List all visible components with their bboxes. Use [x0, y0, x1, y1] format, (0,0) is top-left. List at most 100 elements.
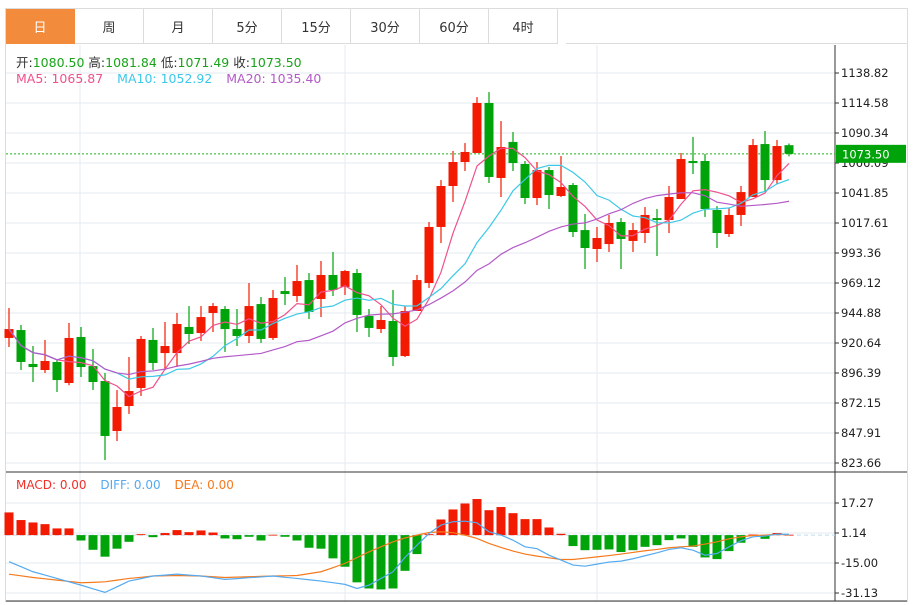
macd-bar [676, 535, 686, 539]
tab-week[interactable]: 周 [75, 9, 144, 44]
candle-up [556, 186, 566, 197]
candle-up [64, 337, 74, 384]
price-tick-label: 1041.85 [841, 186, 889, 200]
macd-tick-label: -15.00 [841, 556, 878, 570]
diff-line [8, 520, 790, 594]
macd-bar [304, 535, 314, 548]
high-label: 高: [88, 55, 106, 70]
candle-down [52, 361, 62, 381]
macd-readout: MACD: 0.00 DIFF: 0.00 DEA: 0.00 [16, 478, 234, 492]
macd-tick-label: 17.27 [841, 496, 874, 510]
kline-chart[interactable]: 1138.821114.581090.341066.091041.851017.… [0, 0, 913, 605]
macd-bar [508, 513, 518, 536]
tab-60min[interactable]: 60分 [420, 9, 489, 44]
candle-down [580, 230, 590, 249]
candle-up [268, 297, 278, 338]
macd-bar [604, 535, 614, 550]
macd-bar [568, 535, 578, 547]
ma5-line [8, 147, 790, 398]
price-tick-label: 1017.61 [841, 216, 889, 230]
macd-bar [76, 535, 86, 541]
candle-up [112, 407, 122, 432]
macd-bar [424, 534, 434, 536]
macd-bar [460, 503, 470, 536]
candle-down [484, 102, 494, 177]
candle-up [724, 214, 734, 235]
candle-up [376, 320, 386, 330]
candle-down [688, 161, 698, 163]
candle-up [244, 306, 254, 336]
macd-bar [124, 535, 134, 542]
candle-up [496, 147, 506, 178]
tab-5min[interactable]: 5分 [213, 9, 282, 44]
candle-up [160, 346, 170, 354]
candle-down [28, 363, 38, 368]
tab-month[interactable]: 月 [144, 9, 213, 44]
macd-bar [52, 528, 62, 536]
price-tick-label: 1138.82 [841, 66, 889, 80]
macd-bar [640, 535, 650, 547]
candle-down [232, 329, 242, 336]
macd-bar [208, 532, 218, 536]
candle-down [304, 280, 314, 312]
macd-bar [616, 535, 626, 553]
macd-bar [160, 533, 170, 536]
price-tick-label: 993.36 [841, 246, 881, 260]
open-label: 开: [16, 55, 33, 70]
candle-up [448, 161, 458, 187]
open-value: 1080.50 [32, 55, 85, 70]
macd-bar [496, 507, 506, 536]
candle-up [40, 360, 50, 371]
tab-15min[interactable]: 15分 [282, 9, 351, 44]
macd-bar [232, 535, 242, 540]
candle-up [136, 338, 146, 388]
tab-30min[interactable]: 30分 [351, 9, 420, 44]
diff-value: DIFF: 0.00 [100, 478, 161, 492]
candle-down [220, 309, 230, 330]
candle-down [148, 339, 158, 363]
macd-bar [172, 530, 182, 536]
price-tick-label: 847.91 [841, 426, 881, 440]
candle-down [364, 315, 374, 328]
candle-up [292, 281, 302, 297]
candle-down [784, 145, 794, 154]
macd-tick-label: 1.14 [841, 526, 867, 540]
price-tick-label: 944.88 [841, 306, 881, 320]
candle-down [328, 274, 338, 290]
tab-day[interactable]: 日 [6, 9, 75, 44]
macd-bar [64, 528, 74, 536]
macd-bar [4, 512, 14, 536]
macd-bar [628, 535, 638, 551]
tab-4hour[interactable]: 4时 [489, 9, 558, 44]
macd-bar [652, 535, 662, 546]
candle-up [436, 186, 446, 227]
macd-bar [40, 524, 50, 536]
candle-down [184, 326, 194, 335]
candle-up [196, 317, 206, 334]
low-value: 1071.49 [177, 55, 230, 70]
macd-bar [268, 534, 278, 536]
macd-bar [472, 499, 482, 536]
high-value: 1081.84 [105, 55, 157, 70]
candle-up [424, 226, 434, 284]
macd-bar [196, 530, 206, 536]
macd-bar [376, 535, 386, 590]
macd-bar [148, 535, 158, 538]
price-tick-label: 823.66 [841, 456, 881, 470]
period-tabs: 日 周 月 5分 15分 30分 60分 4时 [6, 9, 558, 44]
macd-bar [100, 535, 110, 557]
macd-bar [292, 535, 302, 541]
macd-bar [220, 535, 230, 539]
macd-bar [364, 535, 374, 589]
macd-bar [112, 535, 122, 549]
macd-bar [400, 535, 410, 571]
candle-down [508, 141, 518, 163]
macd-bar [592, 535, 602, 550]
macd-bar [244, 535, 254, 537]
macd-bar [532, 519, 542, 536]
candle-up [400, 310, 410, 357]
ma20-value: MA20: 1035.40 [226, 71, 322, 86]
candle-up [532, 170, 542, 199]
candle-up [460, 151, 470, 162]
price-tick-label: 920.64 [841, 336, 881, 350]
